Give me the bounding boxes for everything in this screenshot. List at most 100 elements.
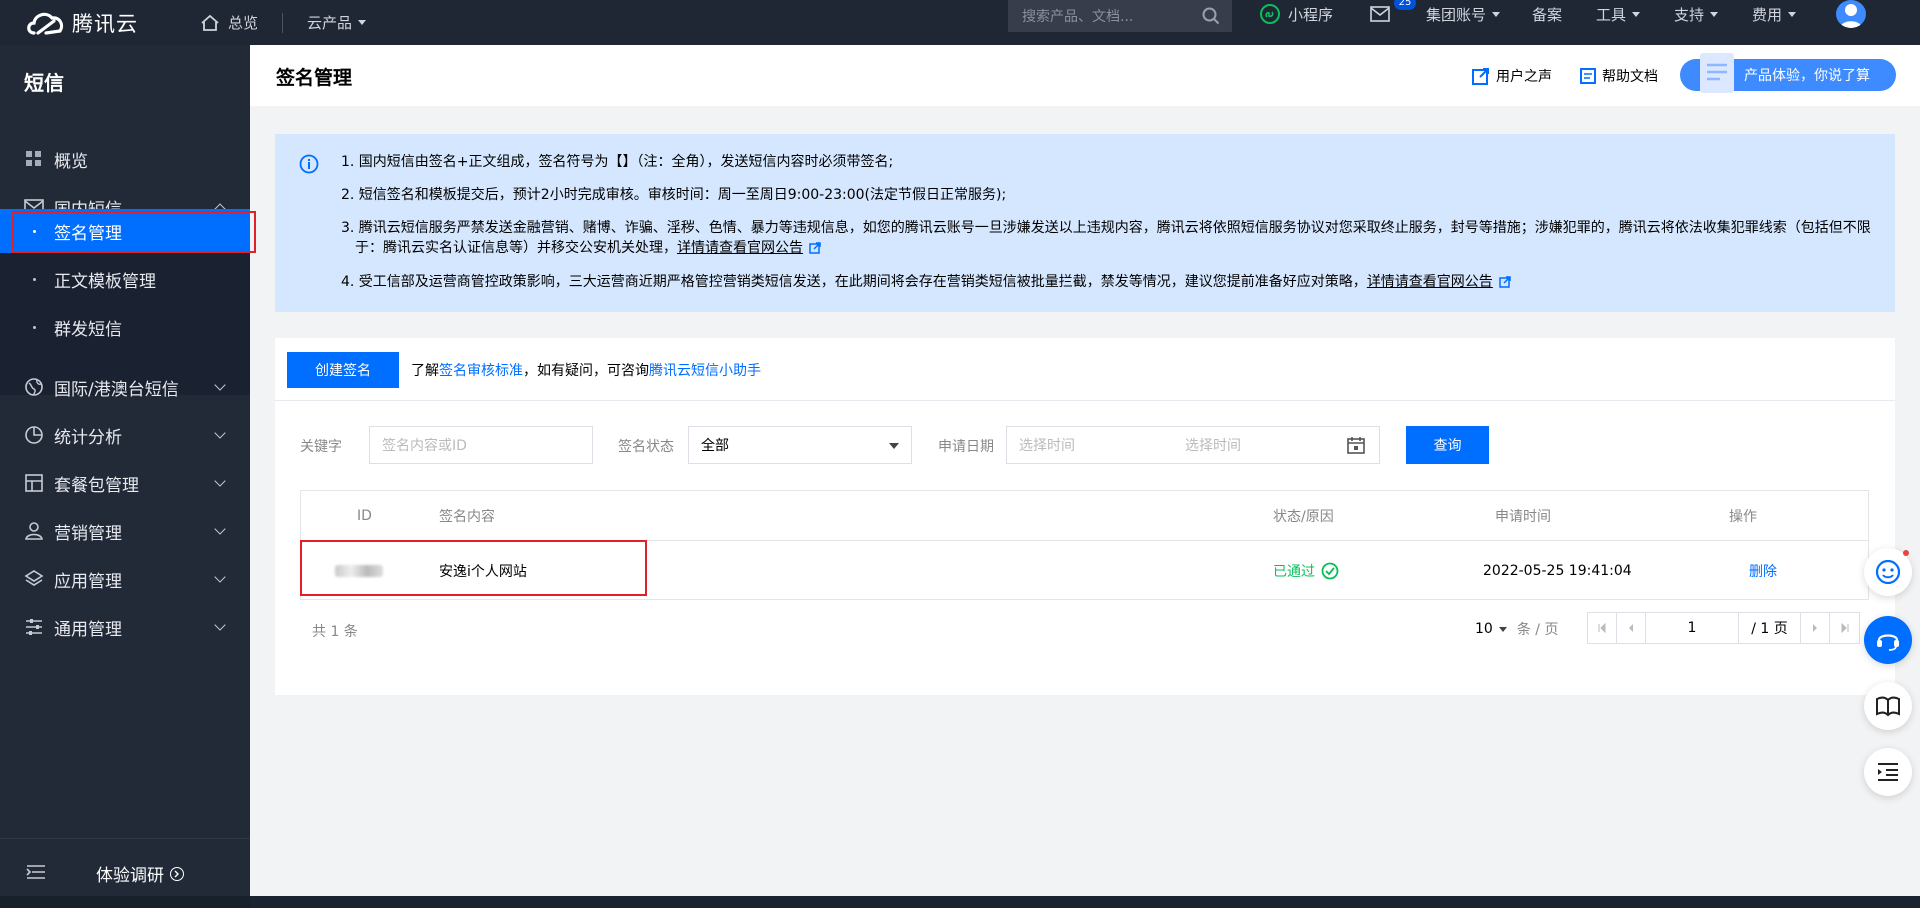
outline-button[interactable] xyxy=(1864,748,1912,796)
book-icon xyxy=(1876,696,1900,717)
nav-home[interactable]: 总览 xyxy=(200,12,258,33)
sidebar-item-package[interactable]: 套餐包管理 xyxy=(0,461,250,505)
layers-icon xyxy=(24,569,44,589)
check-circle-icon xyxy=(1321,562,1339,579)
nav-support[interactable]: 支持 xyxy=(1674,0,1719,28)
delete-link[interactable]: 删除 xyxy=(1749,541,1777,600)
chevron-down-icon xyxy=(1498,626,1507,632)
survey-link[interactable]: 体验调研 xyxy=(96,861,184,886)
brand-logo[interactable]: 腾讯云 xyxy=(24,8,174,38)
sidebar-item-marketing[interactable]: 营销管理 xyxy=(0,509,250,553)
sidebar-item-label: 应用管理 xyxy=(54,571,122,592)
row-time: 2022-05-25 19:41:04 xyxy=(1483,562,1632,579)
assistant-link[interactable]: 腾讯云短信小助手 xyxy=(649,363,761,379)
taskbar xyxy=(250,896,1920,908)
sidebar-item-overview[interactable]: 概览 xyxy=(0,137,250,181)
review-standard-link[interactable]: 签名审核标准 xyxy=(439,363,523,379)
notice-line-4: 4. 受工信部及运营商管控政策影响，三大运营商近期严格管控营销类短信发送，在此期… xyxy=(341,272,1871,292)
nav-mail[interactable] xyxy=(1370,0,1390,28)
search-icon[interactable] xyxy=(1202,7,1220,25)
chevron-down-icon xyxy=(214,571,226,583)
chevron-down-icon xyxy=(1788,11,1797,17)
first-page-button[interactable] xyxy=(1588,613,1617,643)
highlight-box-sidebar xyxy=(12,211,256,253)
page-title: 签名管理 xyxy=(276,67,353,89)
keyword-label: 关键字 xyxy=(300,439,342,455)
sidebar-item-label: 群发短信 xyxy=(54,319,122,340)
chevron-down-icon xyxy=(1632,11,1641,17)
chevron-down-icon xyxy=(214,427,226,439)
notice-panel: 1. 国内短信由签名+正文组成，签名符号为【】（注：全角），发送短信内容时必须带… xyxy=(275,134,1895,312)
prev-page-icon xyxy=(1629,624,1633,632)
avatar[interactable] xyxy=(1836,0,1866,28)
chevron-down-icon xyxy=(214,475,226,487)
search-input[interactable]: 搜索产品、文档... xyxy=(1008,0,1232,32)
prev-page-button[interactable] xyxy=(1617,613,1646,643)
nav-mini-program[interactable]: 小程序 xyxy=(1260,0,1333,28)
nav-record[interactable]: 备案 xyxy=(1532,0,1562,28)
keyword-input[interactable]: 签名内容或ID xyxy=(369,426,593,464)
status-text: 已通过 xyxy=(1273,563,1315,580)
sidebar-item-general-management[interactable]: 通用管理 xyxy=(0,605,250,649)
sidebar-item-bulk-sms[interactable]: 群发短信 xyxy=(0,305,250,349)
package-icon xyxy=(24,473,44,493)
nav-tools[interactable]: 工具 xyxy=(1596,0,1641,28)
smile-icon xyxy=(1875,559,1901,585)
sidebar-item-label: 国际/港澳台短信 xyxy=(54,379,179,400)
signature-list-card: 创建签名 了解签名审核标准，如有疑问，可咨询腾讯云短信小助手 关键字 签名内容或… xyxy=(275,338,1895,695)
mail-badge: 25 xyxy=(1394,0,1416,10)
chevron-down-icon xyxy=(1492,11,1501,17)
feedback-button[interactable]: 产品体验，你说了算 xyxy=(1680,53,1896,93)
search-placeholder: 搜索产品、文档... xyxy=(1022,9,1134,25)
create-signature-button[interactable]: 创建签名 xyxy=(287,352,399,388)
date-range-picker[interactable]: 选择时间 选择时间 xyxy=(1006,426,1380,464)
record-label: 备案 xyxy=(1532,5,1563,24)
notice-link-3[interactable]: 详情请查看官网公告 xyxy=(677,240,803,256)
tip-middle: ，如有疑问，可咨询 xyxy=(523,363,649,379)
user-voice-link[interactable]: 用户之声 xyxy=(1472,66,1552,86)
taskbar-left xyxy=(0,896,250,908)
notice-line-3-text: 3. 腾讯云短信服务严禁发送金融营销、赌博、诈骗、淫秽、色情、暴力等违规信息，如… xyxy=(341,220,1871,256)
column-header-time: 申请时间 xyxy=(1495,508,1551,525)
feedback-label: 产品体验，你说了算 xyxy=(1744,68,1870,84)
page-size-select[interactable]: 10 条 / 页 xyxy=(1475,619,1558,639)
help-doc-link[interactable]: 帮助文档 xyxy=(1580,66,1658,86)
next-page-icon xyxy=(1813,624,1817,632)
calendar-icon xyxy=(1347,437,1365,454)
last-page-icon xyxy=(1841,623,1848,633)
total-count: 共 1 条 xyxy=(312,624,358,640)
next-page-button[interactable] xyxy=(1801,613,1830,643)
nav-billing[interactable]: 费用 xyxy=(1752,0,1797,28)
page-size-unit: 条 / 页 xyxy=(1516,622,1559,638)
pie-chart-icon xyxy=(24,425,44,445)
sidebar-item-label: 统计分析 xyxy=(54,427,122,448)
sidebar-item-international-sms[interactable]: 国际/港澳台短信 xyxy=(0,365,250,409)
notice-line-4-text: 4. 受工信部及运营商管控政策影响，三大运营商近期严格管控营销类短信发送，在此期… xyxy=(341,274,1367,290)
status-select[interactable]: 全部 xyxy=(688,426,912,464)
nav-group-account[interactable]: 集团账号 xyxy=(1426,0,1501,28)
last-page-button[interactable] xyxy=(1830,613,1859,643)
feedback-document-icon xyxy=(1700,53,1734,93)
support-label: 支持 xyxy=(1674,5,1705,24)
sidebar-item-statistics[interactable]: 统计分析 xyxy=(0,413,250,457)
nav-products-menu[interactable]: 云产品 xyxy=(307,12,367,33)
bullet-icon xyxy=(33,277,36,281)
person-icon xyxy=(24,521,44,541)
collapse-menu-icon[interactable] xyxy=(26,864,46,884)
notice-link-4[interactable]: 详情请查看官网公告 xyxy=(1367,274,1493,290)
user-icon xyxy=(1840,4,1862,28)
customer-service-button[interactable] xyxy=(1864,616,1912,664)
tip-prefix: 了解 xyxy=(411,363,439,379)
docs-button[interactable] xyxy=(1864,682,1912,730)
mail-icon xyxy=(1370,6,1390,22)
column-header-action: 操作 xyxy=(1729,508,1757,525)
bullet-icon xyxy=(33,325,36,329)
chevron-down-icon xyxy=(1710,11,1719,17)
sidebar-item-template-management[interactable]: 正文模板管理 xyxy=(0,257,250,301)
nav-products-label: 云产品 xyxy=(307,14,353,32)
page-number-input[interactable]: 1 xyxy=(1646,613,1739,643)
sidebar-item-app-management[interactable]: 应用管理 xyxy=(0,557,250,601)
pagination: 1 / 1 页 xyxy=(1587,612,1860,644)
first-page-icon xyxy=(1598,623,1606,633)
query-button[interactable]: 查询 xyxy=(1406,426,1489,464)
